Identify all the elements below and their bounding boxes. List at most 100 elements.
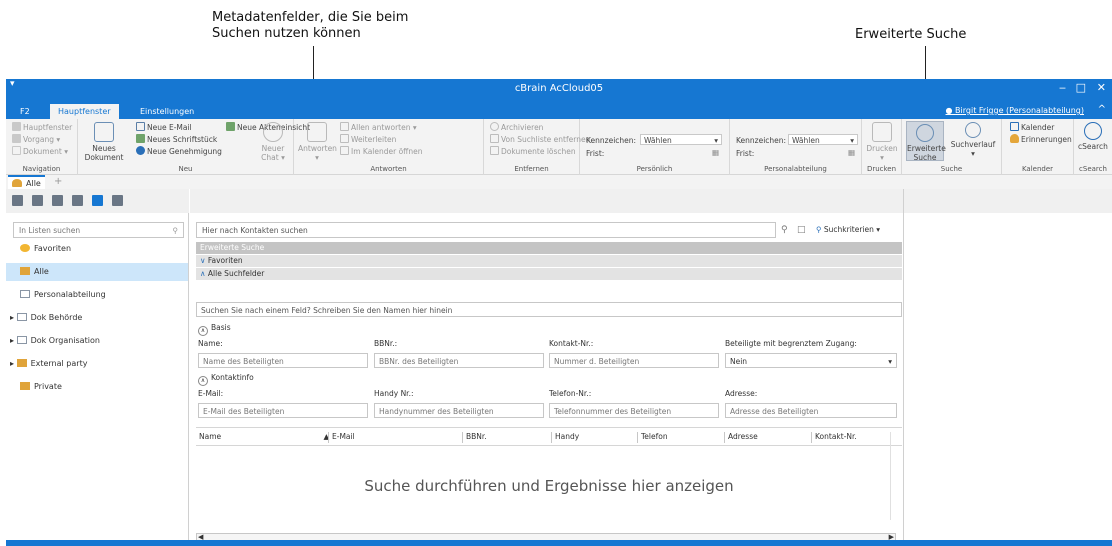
- reply-all-button[interactable]: Allen antworten ▾: [340, 122, 417, 132]
- kennzeichen-select-personal[interactable]: Wählen ▾: [640, 134, 722, 145]
- column-kontakt-nr[interactable]: Kontakt-Nr.: [811, 432, 857, 443]
- building-tool-icon[interactable]: [72, 195, 83, 206]
- add-tab-button[interactable]: +: [54, 176, 62, 187]
- basis-section-toggle[interactable]: ∧ Basis: [198, 323, 231, 336]
- calendar-picker-icon[interactable]: ▦: [712, 148, 719, 157]
- calendar-button[interactable]: Kalender: [1010, 122, 1054, 132]
- expand-icon[interactable]: ▸: [10, 336, 14, 345]
- sidebar-item-private[interactable]: Private: [6, 378, 188, 396]
- remove-from-list-button[interactable]: Von Suchliste entfernen: [490, 134, 590, 144]
- left-navigation-pane: In Listen suchen ⚲ Favoriten Alle Person…: [6, 189, 189, 546]
- csearch-button[interactable]: cSearch: [1076, 122, 1110, 151]
- sidebar-item-personalabteilung[interactable]: Personalabteilung: [6, 286, 188, 304]
- field-search-input[interactable]: Suchen Sie nach einem Feld? Schreiben Si…: [196, 302, 902, 317]
- column-adresse[interactable]: Adresse: [724, 432, 758, 443]
- reply-button[interactable]: Antworten ▾: [298, 122, 337, 162]
- ribbon-group-csearch: cSearch cSearch: [1074, 119, 1112, 175]
- sidebar-item-external-party[interactable]: ▸ External party: [6, 355, 188, 373]
- forward-button[interactable]: Weiterleiten: [340, 134, 396, 144]
- phone-field[interactable]: Telefonnummer des Beteiligten: [549, 403, 719, 418]
- new-letter-button[interactable]: Neues Schriftstück: [136, 134, 217, 144]
- advanced-search-button[interactable]: Erweiterte Suche: [906, 121, 946, 162]
- frist-label-personal: Frist:: [586, 149, 605, 158]
- new-document-button[interactable]: Neues Dokument: [84, 122, 124, 162]
- org-icon: [16, 336, 27, 344]
- close-button[interactable]: ✕: [1097, 81, 1106, 94]
- column-handy[interactable]: Handy: [551, 432, 579, 443]
- advanced-search-header: Erweiterte Suche: [196, 242, 902, 254]
- kontakt-nr-field[interactable]: Nummer d. Beteiligten: [549, 353, 719, 368]
- column-bbnr[interactable]: BBNr.: [462, 432, 487, 443]
- bbnr-field[interactable]: BBNr. des Beteiligten: [374, 353, 544, 368]
- address-field[interactable]: Adresse des Beteiligten: [725, 403, 897, 418]
- calendar-picker-icon[interactable]: ▦: [848, 148, 855, 157]
- collapse-icon: ∧: [198, 326, 208, 336]
- vertical-scrollbar[interactable]: [890, 432, 900, 520]
- column-telefon[interactable]: Telefon: [637, 432, 668, 443]
- people-icon: [20, 267, 30, 275]
- nav-hauptfenster[interactable]: Hauptfenster: [12, 122, 72, 132]
- chevron-down-icon: ∨: [200, 256, 206, 265]
- delete-documents-button[interactable]: Dokumente löschen: [490, 146, 576, 156]
- email-field[interactable]: E-Mail des Beteiligten: [198, 403, 368, 418]
- group-label-csearch: cSearch: [1079, 165, 1107, 173]
- name-field[interactable]: Name des Beteiligten: [198, 353, 368, 368]
- ribbon-group-antworten: Antworten ▾ Allen antworten ▾ Weiterleit…: [294, 119, 484, 175]
- printer-icon: [872, 122, 892, 142]
- phone-label: Telefon-Nr.:: [549, 389, 592, 398]
- favorites-section-header[interactable]: ∨ Favoriten: [196, 255, 902, 267]
- contact-search-input[interactable]: Hier nach Kontakten suchen: [196, 222, 776, 238]
- search-history-button[interactable]: Suchverlauf ▾: [948, 122, 998, 158]
- people-icon: [12, 179, 22, 187]
- save-search-icon[interactable]: □: [797, 225, 806, 235]
- hierarchy-tool-icon[interactable]: [32, 195, 43, 206]
- open-in-calendar-button[interactable]: Im Kalender öffnen: [340, 146, 422, 156]
- mobile-field[interactable]: Handynummer des Beteiligten: [374, 403, 544, 418]
- new-approval-button[interactable]: Neue Genehmigung: [136, 146, 222, 156]
- nav-vorgang[interactable]: Vorgang ▾: [12, 134, 60, 144]
- sidebar-item-favoriten[interactable]: Favoriten: [6, 240, 188, 258]
- group-label-antworten: Antworten: [370, 165, 407, 173]
- expand-icon[interactable]: ▸: [10, 359, 14, 368]
- search-criteria-button[interactable]: ⚲ Suchkriterien ▾: [816, 225, 880, 234]
- new-chat-button[interactable]: Neuer Chat ▾: [256, 122, 290, 162]
- doctab-alle[interactable]: Alle: [8, 175, 45, 189]
- maximize-button[interactable]: □: [1076, 81, 1086, 94]
- callout-metadata-line2: Suchen nutzen können: [212, 26, 361, 41]
- status-bar: [6, 540, 1112, 546]
- tab-einstellungen[interactable]: Einstellungen: [132, 104, 202, 119]
- sidebar-item-dok-organisation[interactable]: ▸ Dok Organisation: [6, 332, 188, 350]
- minimize-button[interactable]: ‒: [1059, 81, 1066, 94]
- column-email[interactable]: E-Mail: [328, 432, 355, 443]
- kontaktinfo-section-toggle[interactable]: ∧ Kontaktinfo: [198, 373, 254, 386]
- user-link[interactable]: ● Birgit Frigge (Personalabteilung): [946, 106, 1084, 115]
- group-label-personalabteilung: Personalabteilung: [764, 165, 827, 173]
- archive-button[interactable]: Archivieren: [490, 122, 543, 132]
- search-icon[interactable]: ⚲: [781, 225, 788, 235]
- callout-metadata-line1: Metadatenfelder, die Sie beim: [212, 10, 409, 25]
- expand-icon[interactable]: ▸: [10, 313, 14, 322]
- list-tool-icon[interactable]: [52, 195, 63, 206]
- callout-advanced-search: Erweiterte Suche: [855, 27, 967, 42]
- folder-tool-icon[interactable]: [112, 195, 123, 206]
- document-tool-icon[interactable]: [12, 195, 23, 206]
- tab-f2[interactable]: F2: [12, 104, 38, 119]
- all-fields-section-header[interactable]: ∧ Alle Suchfelder: [196, 268, 902, 280]
- sidebar-item-alle[interactable]: Alle: [6, 263, 188, 281]
- sidebar-item-dok-behoerde[interactable]: ▸ Dok Behörde: [6, 309, 188, 327]
- print-button[interactable]: Drucken ▾: [865, 122, 899, 162]
- new-email-button[interactable]: Neue E-Mail: [136, 122, 192, 132]
- tab-hauptfenster[interactable]: Hauptfenster: [50, 104, 119, 119]
- kennzeichen-label-personal: Kennzeichen:: [586, 136, 637, 145]
- list-search-input[interactable]: In Listen suchen ⚲: [13, 222, 184, 238]
- kennzeichen-select-department[interactable]: Wählen ▾: [788, 134, 858, 145]
- calendar-icon: [1010, 122, 1019, 131]
- ribbon-group-kalender: Kalender Erinnerungen Kalender: [1002, 119, 1074, 175]
- chat-icon: [263, 122, 283, 142]
- nav-dokument[interactable]: Dokument ▾: [12, 146, 68, 156]
- contacts-tool-icon[interactable]: [92, 195, 103, 206]
- collapse-ribbon-icon[interactable]: ^: [1098, 104, 1106, 115]
- column-name[interactable]: Name ▲: [196, 432, 329, 443]
- restricted-access-select[interactable]: Nein ▾: [725, 353, 897, 368]
- reminders-button[interactable]: Erinnerungen: [1010, 134, 1072, 144]
